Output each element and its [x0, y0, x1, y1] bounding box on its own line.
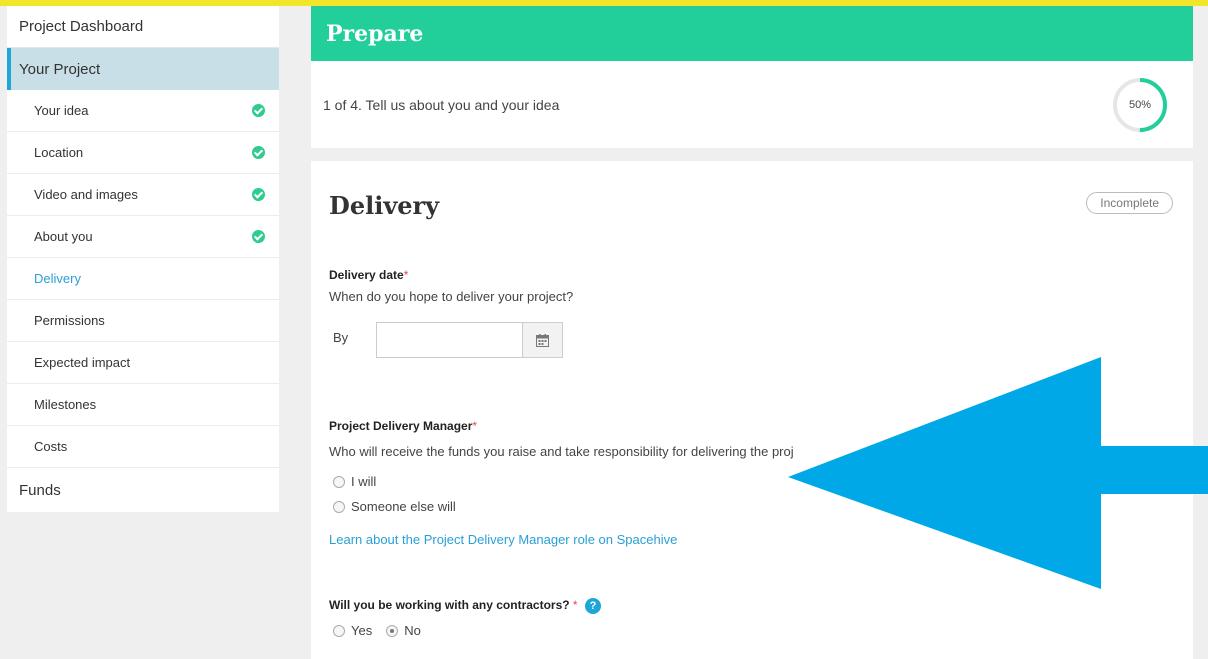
sidebar-item-label: Delivery: [34, 271, 81, 286]
required-mark: *: [472, 419, 478, 433]
annotation-arrow: [788, 357, 1208, 589]
required-mark: *: [403, 268, 409, 282]
manager-option-someone-else[interactable]: Someone else will: [333, 499, 456, 514]
sidebar-item-label: Milestones: [34, 397, 97, 412]
sidebar-item-funds[interactable]: Funds: [7, 468, 279, 512]
check-circle-icon: [252, 146, 265, 159]
contractors-options: Yes No: [333, 623, 421, 638]
sidebar: Project Dashboard Your Project Your idea…: [7, 6, 279, 512]
manager-label-text: Project Delivery Manager: [329, 419, 473, 433]
calendar-icon: [536, 333, 549, 347]
contractors-label: Will you be working with any contractors…: [329, 598, 601, 614]
stage-title: Prepare: [326, 20, 424, 47]
contractors-label-text: Will you be working with any contractors…: [329, 598, 570, 613]
sidebar-item-label: About you: [34, 229, 93, 244]
sidebar-item-label: Funds: [19, 481, 61, 499]
radio-label: Someone else will: [351, 499, 456, 514]
check-circle-icon: [252, 188, 265, 201]
required-mark: *: [569, 598, 578, 613]
sidebar-item-expected-impact[interactable]: Expected impact: [7, 342, 279, 384]
sidebar-item-label: Permissions: [34, 313, 105, 328]
step-bar: 1 of 4. Tell us about you and your idea …: [311, 61, 1193, 148]
delivery-date-hint: When do you hope to deliver your project…: [329, 289, 574, 304]
stage-header: Prepare: [311, 6, 1193, 61]
delivery-date-label: Delivery date*: [329, 268, 408, 282]
sidebar-item-delivery[interactable]: Delivery: [7, 258, 279, 300]
learn-more-link[interactable]: Learn about the Project Delivery Manager…: [329, 532, 677, 547]
manager-label: Project Delivery Manager*: [329, 419, 477, 433]
sidebar-item-about-you[interactable]: About you: [7, 216, 279, 258]
sidebar-item-label: Video and images: [34, 187, 138, 202]
status-badge: Incomplete: [1086, 192, 1173, 214]
manager-option-i-will[interactable]: I will: [333, 474, 376, 489]
delivery-date-label-text: Delivery date: [329, 268, 404, 282]
sidebar-item-permissions[interactable]: Permissions: [7, 300, 279, 342]
check-circle-icon: [252, 104, 265, 117]
sidebar-item-label: Expected impact: [34, 355, 131, 370]
step-text: 1 of 4. Tell us about you and your idea: [323, 96, 560, 113]
sidebar-item-label: Location: [34, 145, 84, 160]
sidebar-item-costs[interactable]: Costs: [7, 426, 279, 468]
radio-button-no[interactable]: [386, 624, 399, 637]
sidebar-item-project-dashboard[interactable]: Project Dashboard: [7, 6, 279, 48]
radio-label-no: No: [404, 623, 421, 638]
arrow-shape: [788, 357, 1208, 589]
sidebar-section-label: Your Project: [19, 60, 101, 78]
sidebar-item-video-and-images[interactable]: Video and images: [7, 174, 279, 216]
calendar-button[interactable]: [522, 322, 563, 358]
check-circle-icon: [252, 230, 265, 243]
sidebar-item-label: Project Dashboard: [19, 18, 144, 35]
delivery-date-input[interactable]: [376, 322, 523, 358]
sidebar-item-your-idea[interactable]: Your idea: [7, 90, 279, 132]
sidebar-item-label: Your idea: [34, 103, 89, 118]
question-circle-icon[interactable]: ?: [584, 598, 601, 614]
progress-ring: 50%: [1111, 76, 1169, 134]
sidebar-section-your-project[interactable]: Your Project: [7, 48, 279, 90]
radio-button[interactable]: [333, 475, 345, 488]
radio-button-yes[interactable]: [333, 624, 345, 637]
radio-label-yes: Yes: [351, 623, 373, 638]
panel-title: Delivery: [329, 191, 440, 220]
sidebar-item-label: Costs: [34, 439, 68, 454]
sidebar-item-location[interactable]: Location: [7, 132, 279, 174]
radio-label: I will: [351, 474, 377, 489]
by-label: By: [333, 330, 349, 345]
progress-label: 50%: [1128, 98, 1152, 111]
sidebar-item-milestones[interactable]: Milestones: [7, 384, 279, 426]
radio-button[interactable]: [333, 500, 345, 513]
